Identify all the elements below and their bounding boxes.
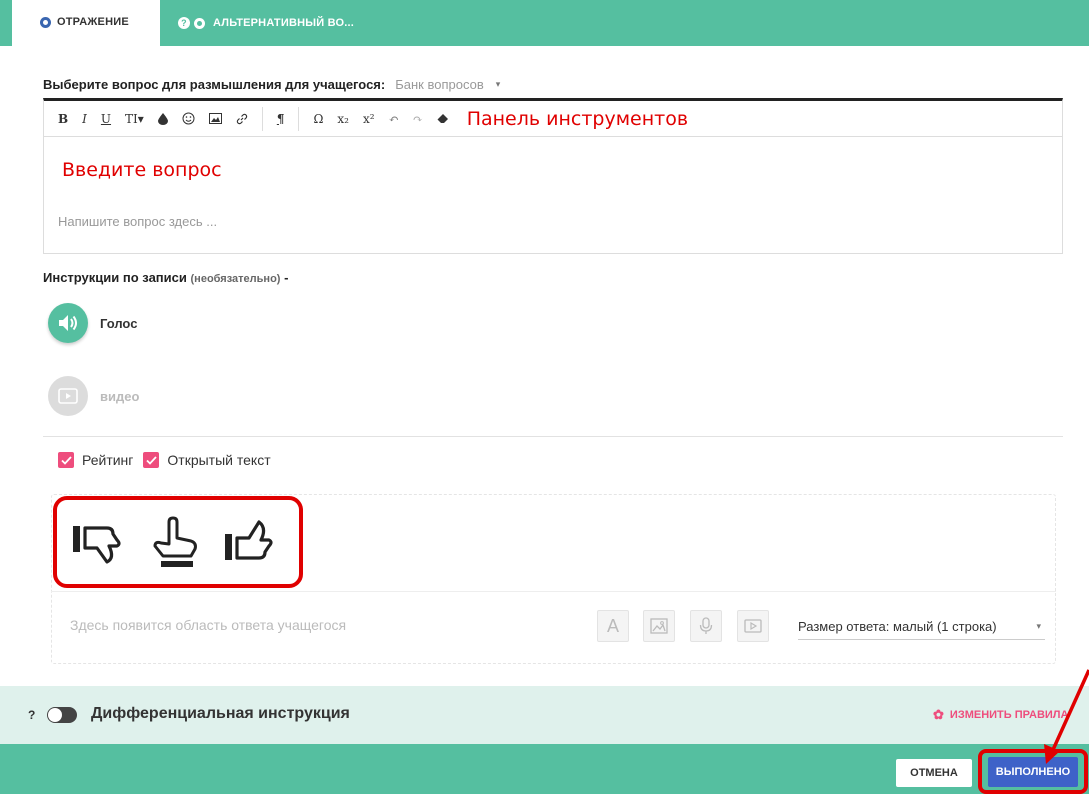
tab-alternative-label: АЛЬТЕРНАТИВНЫЙ ВО... [213,17,354,29]
section-divider [43,436,1063,437]
response-area-placeholder: Здесь появится область ответа учащегося [70,617,347,633]
cancel-button[interactable]: ОТМЕНА [896,759,972,787]
rating-icons-highlight [53,496,303,588]
bold-button[interactable]: B [58,107,68,131]
radio-dot-icon [40,17,51,28]
video-icon[interactable] [48,376,88,416]
question-editor: B I U TI▾ ¶ Ω x₂ x² ↶ ↷ Панель инструмен… [43,98,1063,254]
speaker-icon[interactable] [48,303,88,343]
optional-label: (необязательно) [190,273,281,285]
underline-button[interactable]: U [101,107,111,131]
emoji-icon[interactable] [182,107,195,131]
instructions-label: Инструкции по записи [43,270,187,285]
superscript-button[interactable]: x² [363,107,375,131]
chevron-down-icon[interactable]: ▾ [496,79,501,90]
toolbar-divider [298,106,300,131]
toolbar-annotation: Панель инструментов [466,107,689,130]
subscript-button[interactable]: x₂ [337,107,349,131]
tab-reflection-label: ОТРАЖЕНИЕ [57,16,129,28]
response-divider [51,591,1056,592]
response-size-value: Размер ответа: малый (1 строка) [798,619,997,634]
italic-button[interactable]: I [82,107,87,131]
rating-label: Рейтинг [82,452,134,468]
instructions-dash: - [284,270,289,285]
editor-toolbar: B I U TI▾ ¶ Ω x₂ x² ↶ ↷ Панель инструмен… [44,101,1062,137]
tab-alternative[interactable]: ? АЛЬТЕРНАТИВНЫЙ ВО... [178,0,354,46]
toolbar-divider [261,106,263,131]
text-response-icon[interactable]: A [597,610,629,642]
tab-reflection[interactable]: ОТРАЖЕНИЕ [12,0,160,46]
question-select-row: Выберите вопрос для размышления для учащ… [43,77,500,92]
undo-icon[interactable]: ↶ [389,107,399,131]
color-drop-icon[interactable] [157,107,168,131]
thumbs-up-icon[interactable] [223,518,281,566]
gear-icon: ✿ [933,707,944,722]
differential-toggle[interactable] [47,707,77,723]
recording-instructions-heading: Инструкции по записи (необязательно) - [43,270,288,285]
video-option[interactable]: видео [48,376,139,416]
eraser-icon[interactable] [437,107,449,131]
help-icon[interactable]: ? [178,17,190,29]
special-char-button[interactable]: Ω [313,107,323,131]
voice-option[interactable]: Голос [48,303,137,343]
open-text-checkbox[interactable] [143,452,160,468]
response-type-checkboxes: Рейтинг Открытый текст [58,452,281,468]
thumbs-down-icon[interactable] [71,518,129,566]
question-text-area[interactable]: Введите вопрос Напишите вопрос здесь ... [44,137,1062,253]
image-response-icon[interactable] [643,610,675,642]
toggle-knob [48,708,62,722]
question-placeholder: Напишите вопрос здесь ... [58,214,218,229]
question-bank-dropdown[interactable]: Банк вопросов [395,77,484,92]
differential-label: Дифференциальная инструкция [91,705,350,722]
microphone-icon[interactable] [690,610,722,642]
image-icon[interactable] [208,107,222,131]
reflection-editor-page: ОТРАЖЕНИЕ ? АЛЬТЕРНАТИВНЫЙ ВО... Выберит… [0,0,1089,794]
redo-icon[interactable]: ↷ [413,107,423,131]
enter-question-annotation: Введите вопрос [62,159,222,181]
tab-bar: ОТРАЖЕНИЕ ? АЛЬТЕРНАТИВНЫЙ ВО... [0,0,1089,46]
response-size-select[interactable]: Размер ответа: малый (1 строка) ▾ [798,614,1045,640]
video-label: видео [100,388,140,404]
radio-dot-icon [194,17,205,29]
question-select-label: Выберите вопрос для размышления для учащ… [43,77,386,92]
video-response-icon[interactable] [737,610,769,642]
text-size-button[interactable]: TI▾ [125,107,144,131]
pointing-hand-icon[interactable] [151,516,201,568]
paragraph-icon[interactable]: ¶ [277,107,285,131]
chevron-down-icon: ▾ [1036,621,1041,631]
link-icon[interactable] [236,107,248,131]
voice-label: Голос [100,315,138,331]
rating-checkbox[interactable] [58,452,74,468]
annotation-arrow [1044,669,1089,764]
differential-instruction-bar: ? Дифференциальная инструкция ✿ ИЗМЕНИТЬ… [0,686,1089,744]
help-icon[interactable]: ? [28,708,35,722]
footer-bar: ОТМЕНА ВЫПОЛНЕНО [0,744,1089,794]
open-text-label: Открытый текст [167,452,271,468]
